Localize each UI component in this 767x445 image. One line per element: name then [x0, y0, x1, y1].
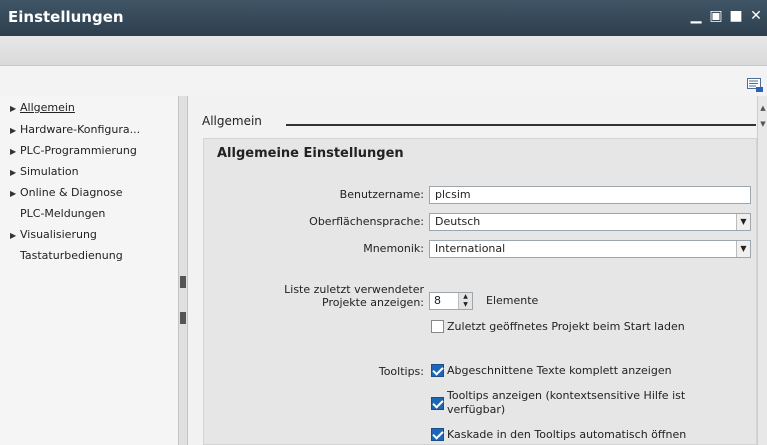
- section-divider: [286, 124, 756, 126]
- vertical-scrollbar[interactable]: ▲ ▼: [757, 96, 767, 445]
- cut-text-checkbox[interactable]: [431, 364, 444, 377]
- expand-arrow-icon[interactable]: ▶: [10, 184, 20, 204]
- recent-projects-label: Liste zuletzt verwendeter: [284, 283, 424, 296]
- username-input[interactable]: plcsim: [429, 186, 751, 204]
- expand-handle-icon[interactable]: [180, 312, 186, 324]
- chevron-down-icon[interactable]: ▼: [736, 241, 750, 257]
- window-title: Einstellungen: [8, 8, 124, 26]
- collapse-handle-icon[interactable]: [180, 276, 186, 288]
- mnemonic-select[interactable]: International ▼: [429, 240, 751, 258]
- ui-language-select[interactable]: Deutsch ▼: [429, 213, 751, 231]
- show-tooltips-label: Tooltips anzeigen (kontextsensitive Hilf…: [447, 389, 686, 402]
- nav-item-simulation[interactable]: ▶ Simulation: [10, 162, 79, 182]
- expand-arrow-icon[interactable]: ▶: [10, 121, 20, 141]
- maximize-icon[interactable]: ■: [727, 6, 745, 26]
- settings-list-icon[interactable]: [747, 78, 763, 92]
- chevron-down-icon[interactable]: ▼: [736, 214, 750, 230]
- ui-language-value: Deutsch: [435, 215, 481, 228]
- group-title: Allgemeine Einstellungen: [217, 146, 404, 161]
- show-tooltips-label-2: verfügbar): [447, 403, 506, 416]
- recent-projects-label-2: Projekte anzeigen:: [322, 296, 424, 309]
- ui-language-label: Oberflächensprache:: [309, 215, 424, 228]
- nav-item-plc-meldungen[interactable]: PLC-Meldungen: [10, 204, 105, 224]
- load-last-project-label: Zuletzt geöffnetes Projekt beim Start la…: [447, 320, 685, 333]
- nav-item-hardware[interactable]: ▶ Hardware-Konfigura...: [10, 120, 140, 140]
- cascade-tooltips-label: Kaskade in den Tooltips automatisch öffn…: [447, 428, 687, 441]
- nav-item-allgemein[interactable]: ▶ Allgemein: [10, 98, 75, 118]
- recent-unit-label: Elemente: [486, 294, 539, 307]
- load-last-project-checkbox[interactable]: [431, 320, 444, 333]
- mnemonic-label: Mnemonik:: [363, 242, 424, 255]
- expand-arrow-icon[interactable]: ▶: [10, 99, 20, 119]
- window-controls: ▁ ▣ ■ ✕: [687, 6, 765, 26]
- recent-count-value: 8: [434, 294, 441, 307]
- menu-bar: [0, 36, 767, 66]
- expand-arrow-icon[interactable]: ▶: [10, 163, 20, 183]
- show-tooltips-checkbox[interactable]: [431, 397, 444, 410]
- restore-icon[interactable]: ▣: [707, 6, 725, 26]
- username-label: Benutzername:: [339, 188, 424, 201]
- tool-strip: [0, 66, 767, 96]
- spin-arrows-icon[interactable]: ▲ ▼: [458, 293, 472, 309]
- minimize-icon[interactable]: ▁: [687, 6, 705, 26]
- recent-count-stepper[interactable]: 8 ▲ ▼: [429, 292, 473, 310]
- cut-text-label: Abgeschnittene Texte komplett anzeigen: [447, 364, 672, 377]
- panel-splitter[interactable]: [178, 96, 188, 445]
- section-title: Allgemein: [202, 114, 262, 128]
- tooltips-label: Tooltips:: [378, 365, 424, 378]
- nav-item-plc-programmierung[interactable]: ▶ PLC-Programmierung: [10, 141, 137, 161]
- nav-item-visualisierung[interactable]: ▶ Visualisierung: [10, 225, 97, 245]
- mnemonic-value: International: [435, 242, 506, 255]
- nav-item-online-diagnose[interactable]: ▶ Online & Diagnose: [10, 183, 123, 203]
- expand-arrow-icon[interactable]: ▶: [10, 142, 20, 162]
- expand-arrow-icon[interactable]: ▶: [10, 226, 20, 246]
- nav-item-tastaturbedienung[interactable]: Tastaturbedienung: [10, 246, 123, 266]
- scroll-down-icon[interactable]: ▼: [759, 120, 767, 132]
- scroll-up-icon[interactable]: ▲: [759, 104, 767, 116]
- title-bar: Einstellungen ▁ ▣ ■ ✕: [0, 0, 767, 36]
- close-icon[interactable]: ✕: [747, 6, 765, 26]
- cascade-tooltips-checkbox[interactable]: [431, 428, 444, 441]
